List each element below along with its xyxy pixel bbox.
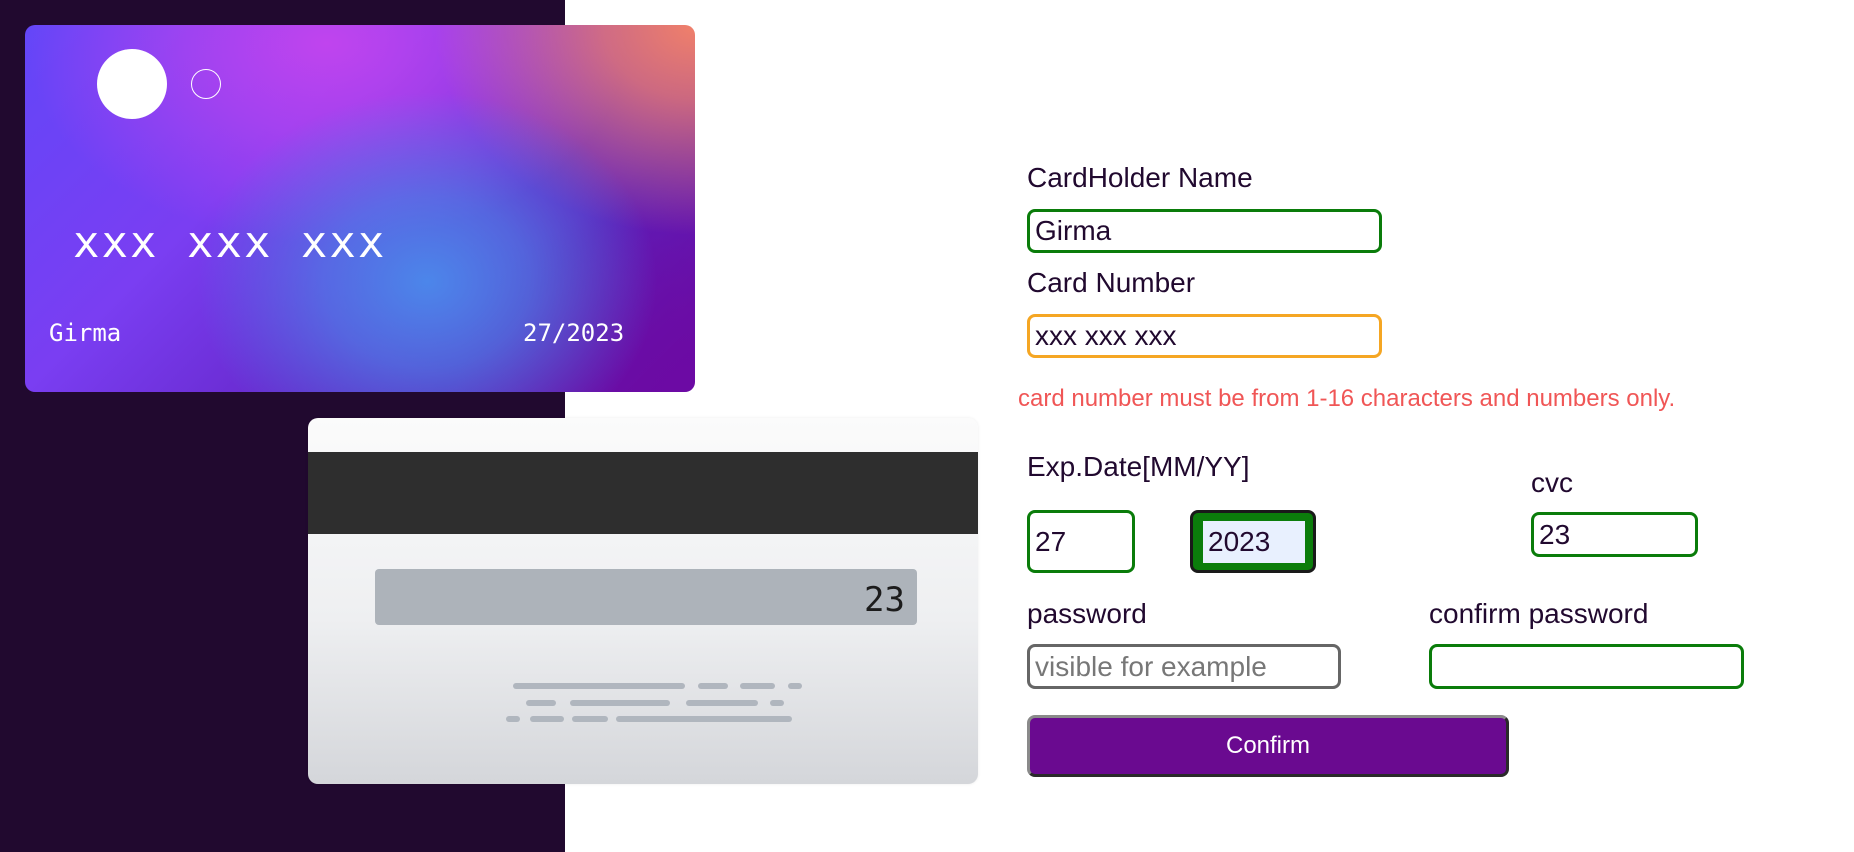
- fine-print-line: [698, 683, 728, 689]
- fine-print-line: [506, 716, 520, 722]
- signature-strip: 23: [375, 569, 917, 625]
- card-front-holder-name: Girma: [49, 319, 122, 347]
- fine-print-line: [770, 700, 784, 706]
- fine-print-line: [686, 700, 758, 706]
- cardholder-name-input[interactable]: [1027, 209, 1382, 253]
- fine-print-line: [788, 683, 802, 689]
- confirm-password-label: confirm password: [1429, 598, 1649, 629]
- confirm-button[interactable]: Confirm: [1027, 715, 1509, 777]
- cardholder-name-label: CardHolder Name: [1027, 162, 1253, 193]
- card-front-preview: xxx xxx xxx Girma 27/2023: [25, 25, 695, 392]
- card-number-error-message: card number must be from 1-16 characters…: [1018, 385, 1676, 412]
- exp-year-input[interactable]: [1203, 521, 1305, 563]
- card-front-expiry: 27/2023: [523, 319, 625, 347]
- password-input[interactable]: [1027, 644, 1341, 689]
- exp-date-label: Exp.Date[MM/YY]: [1027, 451, 1250, 482]
- cvc-label: cvc: [1531, 467, 1573, 498]
- card-logo-filled-circle: [97, 49, 167, 119]
- exp-year-field-wrapper: [1190, 510, 1316, 573]
- card-number-label: Card Number: [1027, 267, 1196, 298]
- fine-print-line: [740, 683, 775, 689]
- card-back-cvc: 23: [864, 580, 905, 620]
- cvc-input[interactable]: [1531, 512, 1698, 557]
- magnetic-stripe: [308, 452, 978, 534]
- confirm-password-input[interactable]: [1429, 644, 1744, 689]
- card-logo-outline-circle: [191, 69, 221, 99]
- exp-month-input[interactable]: [1027, 510, 1135, 573]
- fine-print-line: [526, 700, 556, 706]
- card-back-preview: 23: [308, 418, 978, 784]
- fine-print-line: [572, 716, 608, 722]
- card-number-input[interactable]: [1027, 314, 1382, 358]
- fine-print-line: [530, 716, 564, 722]
- fine-print-line: [513, 683, 685, 689]
- payment-page: xxx xxx xxx Girma 27/2023 23 CardHolder …: [0, 0, 1854, 852]
- password-label: password: [1027, 598, 1147, 629]
- fine-print-line: [570, 700, 670, 706]
- card-front-number: xxx xxx xxx: [73, 217, 387, 268]
- fine-print-line: [616, 716, 792, 722]
